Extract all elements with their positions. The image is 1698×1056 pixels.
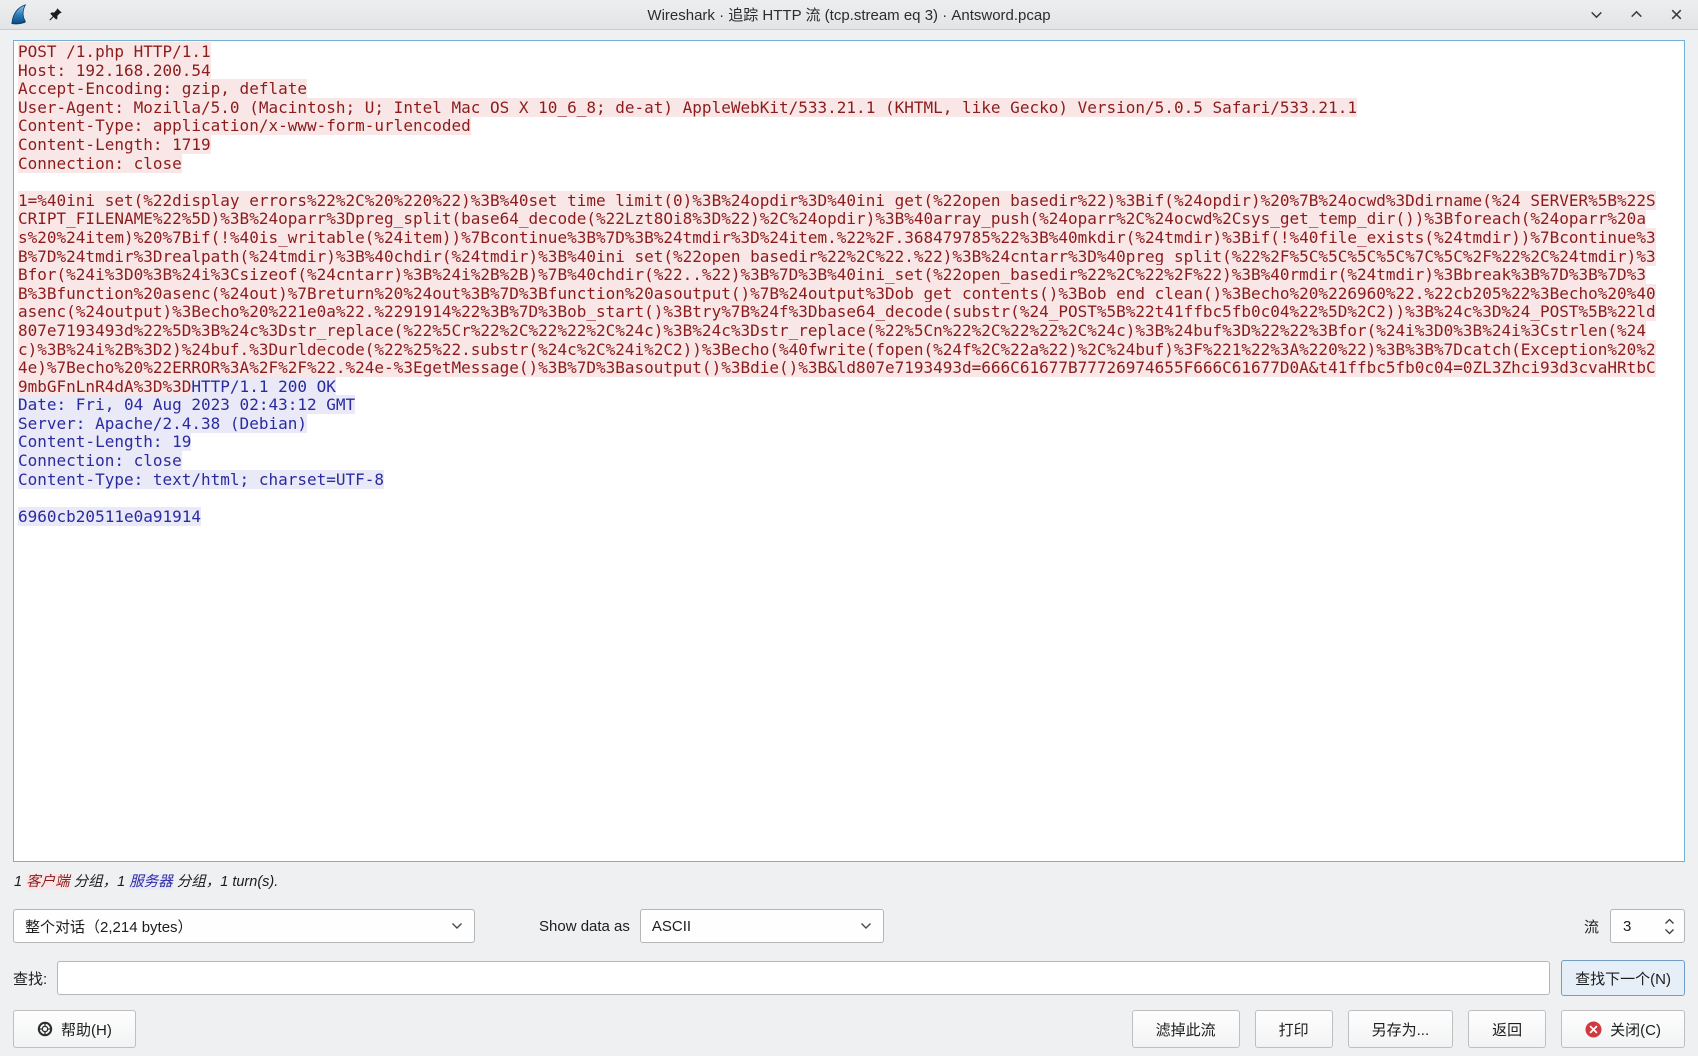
show-data-as-label: Show data as [539, 917, 630, 935]
find-next-button[interactable]: 查找下一个(N) [1561, 960, 1685, 996]
conversation-select-value: 整个对话（2,214 bytes） [25, 918, 193, 936]
server-response-data: HTTP/1.1 200 OK Date: Fri, 04 Aug 2023 0… [18, 376, 385, 526]
minimize-icon[interactable] [1588, 7, 1604, 23]
maximize-icon[interactable] [1628, 7, 1644, 23]
titlebar-icons [0, 3, 63, 26]
stats-suffix: 分组，1 turn(s). [172, 874, 279, 890]
save-as-button[interactable]: 另存为... [1347, 1010, 1454, 1048]
stream-stats-line: 1 客户端 分组，1 服务器 分组，1 turn(s). [14, 870, 1698, 891]
back-button[interactable]: 返回 [1468, 1010, 1547, 1048]
help-icon [37, 1021, 53, 1037]
print-button[interactable]: 打印 [1254, 1010, 1333, 1048]
stats-middle: 分组，1 [69, 874, 130, 890]
titlebar: Wireshark · 追踪 HTTP 流 (tcp.stream eq 3) … [0, 0, 1698, 30]
stats-prefix: 1 [14, 874, 27, 890]
close-circle-icon [1585, 1021, 1602, 1038]
conversation-select[interactable]: 整个对话（2,214 bytes） [13, 909, 475, 943]
help-button[interactable]: 帮助(H) [13, 1010, 136, 1048]
filter-out-stream-button[interactable]: 滤掉此流 [1131, 1010, 1240, 1048]
find-row: 查找: 查找下一个(N) [13, 960, 1685, 996]
close-button-label: 关闭(C) [1610, 1021, 1661, 1039]
client-request-payload: 1=%40ini_set(%22display_errors%22%2C%20%… [18, 190, 1656, 396]
stream-number-value: 3 [1623, 917, 1632, 935]
encoding-select[interactable]: ASCII [639, 909, 884, 943]
follow-stream-text-area[interactable]: POST /1.php HTTP/1.1 Host: 192.168.200.5… [13, 40, 1685, 862]
spin-up-icon[interactable] [1664, 918, 1675, 925]
pin-icon [48, 7, 63, 22]
chevron-down-icon [451, 922, 463, 930]
dialog-buttons-row: 帮助(H) 滤掉此流 打印 另存为... 返回 关闭(C) [13, 1010, 1685, 1048]
encoding-select-value: ASCII [651, 917, 692, 935]
stream-number-label: 流 [1583, 918, 1599, 936]
stream-number-spinner[interactable]: 3 [1610, 909, 1685, 943]
stats-server-label: 服务器 [129, 874, 173, 890]
find-input[interactable] [57, 961, 1551, 995]
find-label: 查找: [13, 970, 48, 988]
chevron-down-icon [860, 922, 872, 930]
help-button-label: 帮助(H) [61, 1021, 112, 1039]
spin-down-icon[interactable] [1664, 928, 1675, 935]
window-title: Wireshark · 追踪 HTTP 流 (tcp.stream eq 3) … [647, 7, 1051, 24]
display-options-row: 整个对话（2,214 bytes） Show data as ASCII 流 3 [13, 909, 1685, 943]
client-request-headers: POST /1.php HTTP/1.1 Host: 192.168.200.5… [18, 42, 1357, 173]
close-icon[interactable] [1668, 7, 1684, 23]
wireshark-icon [9, 3, 32, 26]
stream-content: POST /1.php HTTP/1.1 Host: 192.168.200.5… [18, 42, 1656, 526]
stats-client-label: 客户端 [26, 874, 70, 890]
close-button[interactable]: 关闭(C) [1561, 1010, 1685, 1048]
